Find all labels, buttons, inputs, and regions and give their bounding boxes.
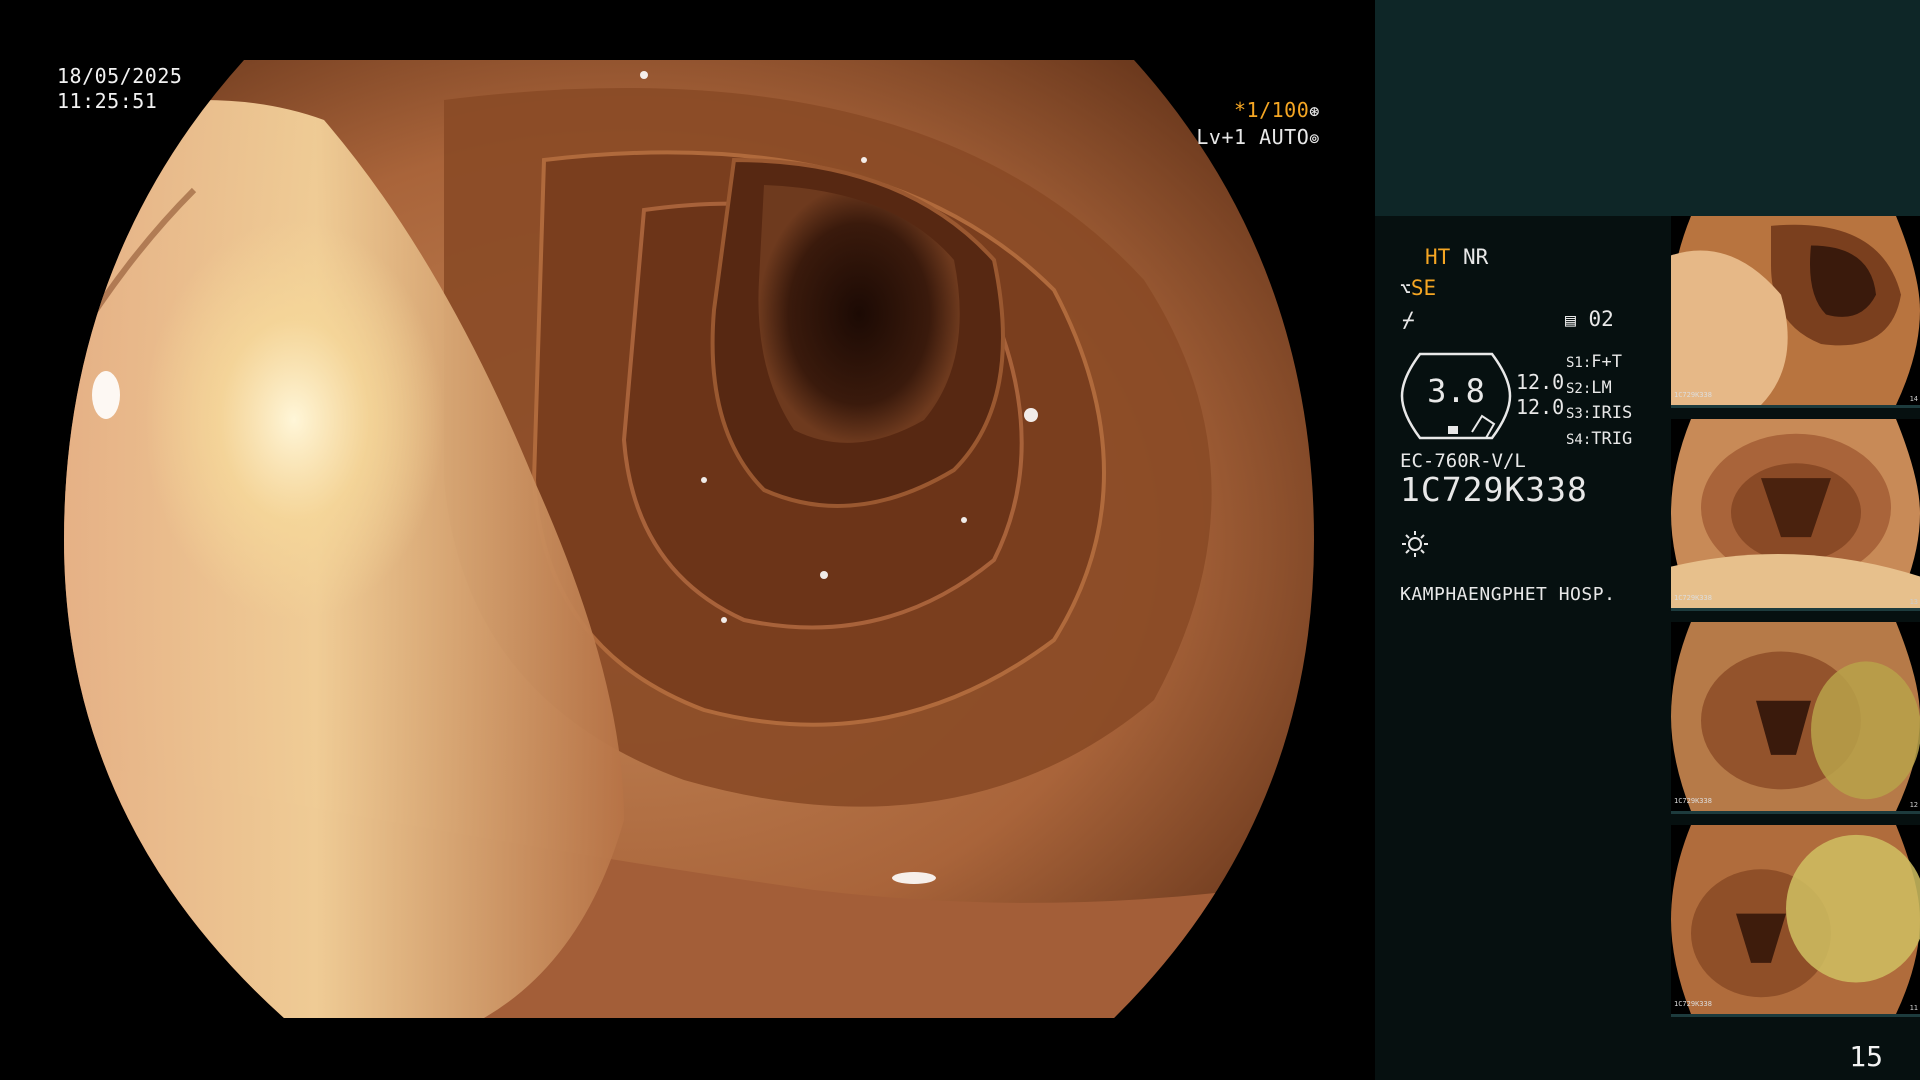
setting-value-1: 12.0 (1516, 370, 1565, 394)
setting-value-2: 12.0 (1516, 395, 1565, 419)
thumbnail-3[interactable]: 1C729K338 12 (1671, 622, 1920, 814)
thumbnail-serial: 1C729K338 (1674, 797, 1712, 805)
image-count: 15 (1849, 1040, 1883, 1073)
switch-s1: S1:F+T (1566, 352, 1623, 372)
mode-ht: HT (1425, 245, 1451, 269)
scope-number-text: 02 (1588, 307, 1614, 331)
thumbnail-image (1671, 419, 1920, 608)
enhance-icon: ⌥ (1400, 279, 1411, 300)
shutter-speed: *1/100 (1234, 98, 1310, 122)
thumbnail-number: 13 (1909, 598, 1918, 606)
switch-s2: S2:LM (1566, 377, 1612, 398)
thumbnail-serial: 1C729K338 (1674, 1000, 1712, 1008)
capture-thumbnails: 1C729K338 14 1C729K338 13 1C729K338 12 1… (1671, 216, 1920, 1017)
light-source-icon (1402, 531, 1428, 557)
auto-icon: ⊚ (1309, 129, 1320, 149)
gauge-value: 3.8 (1427, 372, 1485, 410)
thumbnail-serial: 1C729K338 (1674, 391, 1712, 399)
thumbnail-2[interactable]: 1C729K338 13 (1671, 419, 1920, 611)
scope-number: ▤ 02 (1565, 306, 1614, 334)
thumbnail-image (1671, 622, 1920, 811)
thumbnail-number: 11 (1909, 1004, 1918, 1012)
level-text: Lv+1 AUTO (1196, 125, 1310, 149)
date-text: 18/05/2025 (57, 64, 183, 88)
mode-line: HT NR (1425, 244, 1488, 270)
thumbnail-4[interactable]: 1C729K338 11 (1671, 825, 1920, 1017)
shutter-icon: ⊛ (1309, 102, 1320, 122)
switch-assignments: S1:F+T S2:LM S3:IRIS S4:TRIG (1566, 350, 1632, 452)
thumbnail-number: 14 (1909, 395, 1918, 403)
switch-s4: S4:TRIG (1566, 428, 1633, 449)
time-text: 11:25:51 (57, 89, 158, 113)
memory-icon: ▤ (1565, 310, 1576, 331)
thumbnail-number: 12 (1909, 801, 1918, 809)
hospital-name: KAMPHAENGPHET HOSP. (1400, 584, 1616, 605)
datetime-readout: 18/05/2025 11:25:51 (57, 64, 182, 114)
thumbnail-image (1671, 825, 1920, 1014)
se-line: ⌥SE (1400, 275, 1436, 303)
freeze-icon: ⌿ (1402, 308, 1415, 332)
thumbnail-1[interactable]: 1C729K338 14 (1671, 216, 1920, 408)
scope-serial: 1C729K338 (1400, 470, 1588, 509)
thumbnail-serial: 1C729K338 (1674, 594, 1712, 602)
endoscopy-image (64, 60, 1314, 1018)
switch-s3: S3:IRIS (1566, 403, 1633, 423)
panel-top-area (1375, 0, 1920, 216)
thumbnail-image (1671, 216, 1920, 405)
settings-values: 12.0 12.0 (1516, 370, 1564, 420)
exposure-readout: *1/100⊛ Lv+1 AUTO⊚ (1196, 98, 1320, 152)
endoscope-main-view (64, 60, 1314, 1018)
mode-se: SE (1410, 276, 1437, 300)
mode-nr: NR (1462, 245, 1489, 269)
